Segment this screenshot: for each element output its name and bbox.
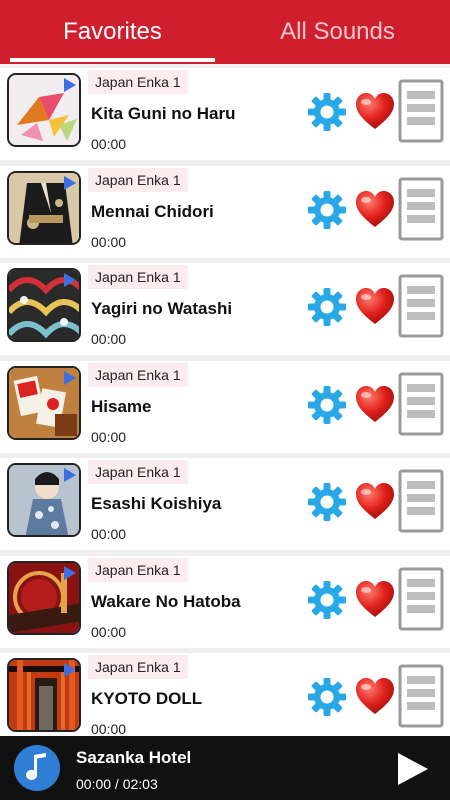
list-menu-icon[interactable] [398, 274, 444, 338]
mini-player[interactable]: Sazanka Hotel 00:00 / 02:03 [0, 736, 450, 800]
list-menu-icon[interactable] [398, 469, 444, 533]
song-category: Japan Enka 1 [88, 655, 188, 679]
favorite-heart-icon[interactable] [354, 287, 396, 327]
gear-icon[interactable] [307, 677, 347, 717]
song-time: 00:00 [91, 428, 127, 445]
favorite-heart-icon[interactable] [354, 385, 396, 425]
song-category: Japan Enka 1 [88, 362, 188, 387]
player-time: 00:00 / 02:03 [76, 776, 158, 792]
song-thumbnail[interactable] [7, 170, 81, 245]
play-button[interactable] [396, 751, 430, 787]
gear-icon[interactable] [307, 580, 347, 620]
song-time: 00:00 [91, 233, 127, 250]
play-badge-icon [64, 565, 76, 580]
gear-icon[interactable] [307, 190, 347, 230]
song-row[interactable]: Japan Enka 1 Wakare No Hatoba 00:00 [0, 555, 450, 648]
list-menu-icon[interactable] [398, 177, 444, 241]
song-time: 00:00 [91, 331, 127, 347]
song-time: 00:00 [91, 721, 127, 736]
play-badge-icon [64, 663, 76, 677]
song-row[interactable]: Japan Enka 1 KYOTO DOLL 00:00 [0, 653, 450, 736]
list-menu-icon[interactable] [398, 567, 444, 631]
favorite-heart-icon[interactable] [354, 580, 396, 620]
song-category: Japan Enka 1 [88, 460, 188, 484]
song-title: Hisame [91, 396, 152, 416]
song-title: Esashi Koishiya [91, 494, 222, 513]
gear-icon[interactable] [307, 92, 347, 132]
tab-all-sounds[interactable]: All Sounds [225, 0, 450, 64]
song-category: Japan Enka 1 [88, 167, 188, 192]
song-title: Wakare No Hatoba [91, 591, 241, 611]
gear-icon[interactable] [307, 482, 347, 522]
gear-icon[interactable] [307, 287, 347, 327]
list-menu-icon[interactable] [398, 79, 444, 143]
play-badge-icon [64, 370, 76, 385]
active-tab-indicator [10, 58, 215, 62]
song-thumbnail[interactable] [7, 463, 81, 537]
song-thumbnail[interactable] [7, 658, 81, 732]
play-badge-icon [64, 273, 76, 287]
song-title: Kita Guni no Haru [91, 104, 236, 123]
gear-icon[interactable] [307, 385, 347, 425]
favorite-heart-icon[interactable] [354, 190, 396, 230]
song-row[interactable]: Japan Enka 1 Kita Guni no Haru 00:00 [0, 68, 450, 160]
player-song-title: Sazanka Hotel [76, 748, 192, 767]
favorite-heart-icon[interactable] [354, 482, 396, 522]
song-category: Japan Enka 1 [88, 70, 188, 94]
song-row[interactable]: Japan Enka 1 Yagiri no Watashi 00:00 [0, 263, 450, 355]
tab-bar: Favorites All Sounds [0, 0, 450, 64]
play-badge-icon [64, 175, 76, 190]
list-menu-icon[interactable] [398, 664, 444, 728]
song-time: 00:00 [91, 623, 127, 640]
play-badge-icon [64, 78, 76, 92]
song-thumbnail[interactable] [7, 560, 81, 635]
song-category: Japan Enka 1 [88, 557, 188, 582]
song-row[interactable]: Japan Enka 1 Hisame 00:00 [0, 360, 450, 453]
song-time: 00:00 [91, 136, 127, 152]
song-row[interactable]: Japan Enka 1 Mennai Chidori 00:00 [0, 165, 450, 258]
song-thumbnail[interactable] [7, 268, 81, 342]
favorite-heart-icon[interactable] [354, 677, 396, 717]
song-row[interactable]: Japan Enka 1 Esashi Koishiya 00:00 [0, 458, 450, 550]
tab-favorites-label: Favorites [63, 18, 162, 45]
song-thumbnail[interactable] [7, 73, 81, 147]
song-list[interactable]: Japan Enka 1 Kita Guni no Haru 00:00 Japan … [0, 64, 450, 736]
play-badge-icon [64, 468, 76, 482]
song-title: Mennai Chidori [91, 201, 214, 221]
music-note-icon [14, 745, 60, 791]
tab-all-sounds-label: All Sounds [280, 18, 395, 45]
song-category: Japan Enka 1 [88, 265, 188, 289]
song-title: Yagiri no Watashi [91, 299, 233, 318]
song-thumbnail[interactable] [7, 365, 81, 440]
tab-favorites[interactable]: Favorites [0, 0, 225, 64]
favorite-heart-icon[interactable] [354, 92, 396, 132]
song-time: 00:00 [91, 526, 127, 542]
list-menu-icon[interactable] [398, 372, 444, 436]
song-title: KYOTO DOLL [91, 689, 203, 708]
